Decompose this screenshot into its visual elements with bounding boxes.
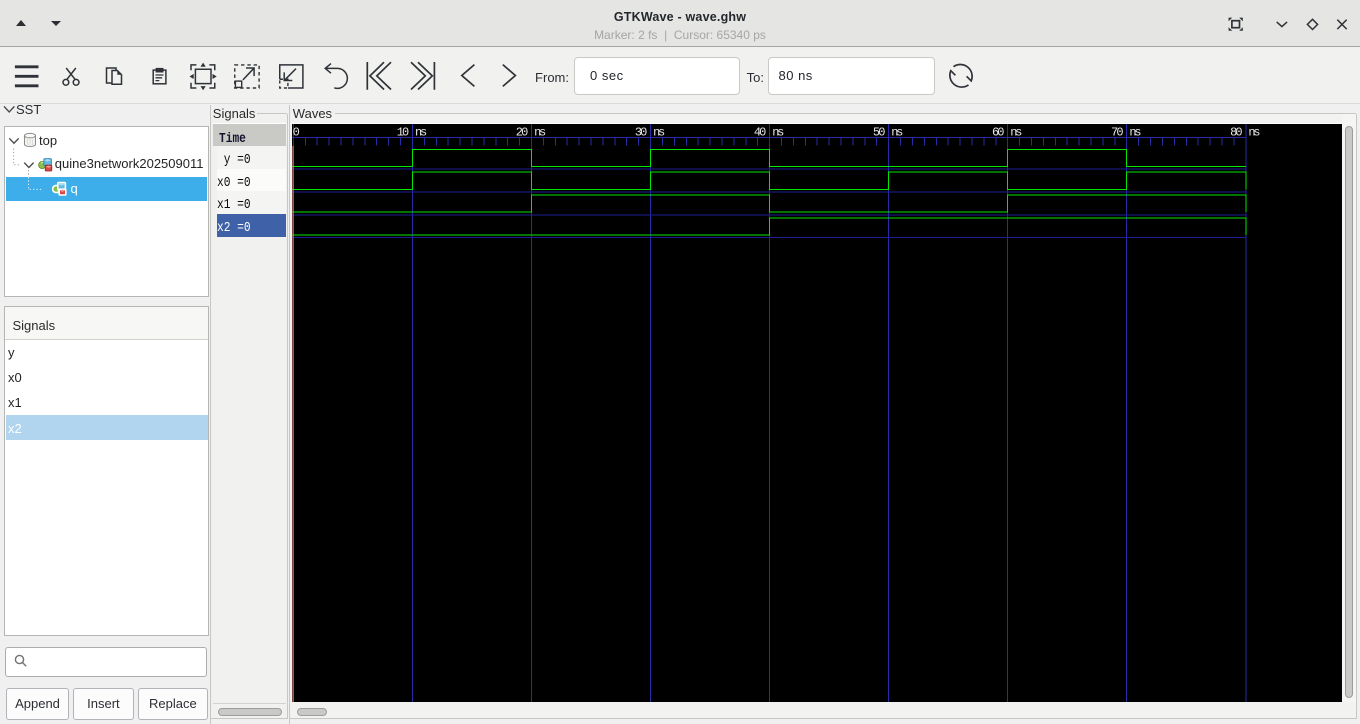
svg-text:60: 60 [992, 125, 1004, 139]
svg-text:ns: ns [891, 125, 903, 139]
svg-text:0: 0 [293, 125, 300, 139]
svg-text:20: 20 [516, 125, 528, 139]
svg-text:70: 70 [1111, 125, 1123, 139]
svg-text:ns: ns [415, 125, 427, 139]
svg-text:10: 10 [397, 125, 409, 139]
svg-text:ns: ns [534, 125, 546, 139]
svg-text:ns: ns [1248, 125, 1260, 139]
svg-text:ns: ns [1129, 125, 1141, 139]
svg-text:50: 50 [873, 125, 885, 139]
svg-text:40: 40 [754, 125, 766, 139]
svg-text:ns: ns [653, 125, 665, 139]
svg-text:80: 80 [1230, 125, 1242, 139]
svg-text:ns: ns [772, 125, 784, 139]
svg-text:30: 30 [635, 125, 647, 139]
svg-text:ns: ns [1010, 125, 1022, 139]
